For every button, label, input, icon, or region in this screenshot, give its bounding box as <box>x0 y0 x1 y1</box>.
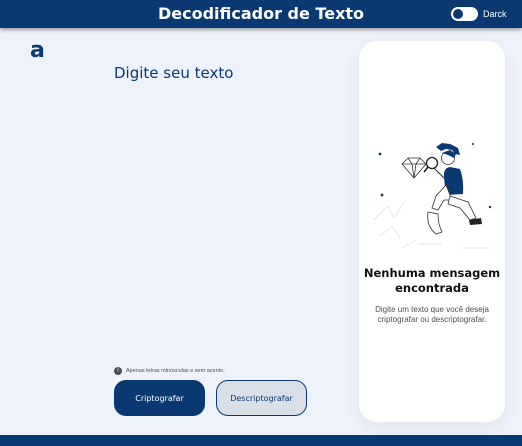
hint-text: Apenas letras minúsculas e sem acento. <box>126 368 225 374</box>
logo: a <box>30 38 45 63</box>
text-input[interactable] <box>114 64 334 354</box>
theme-toggle[interactable] <box>451 7 478 21</box>
footer-bar <box>0 435 522 446</box>
sparkle-dot <box>378 152 382 156</box>
decrypt-button[interactable]: Descriptografar <box>216 380 307 416</box>
theme-toggle-label: Darck <box>483 9 507 19</box>
toggle-knob <box>453 9 463 19</box>
diamond-icon <box>401 157 427 179</box>
info-icon: ! <box>114 367 122 375</box>
encrypt-button[interactable]: Criptografar <box>114 380 205 416</box>
app-title: Decodificador de Texto <box>157 4 365 23</box>
sparkle-dot <box>380 193 384 197</box>
sparkle-dot <box>472 143 474 145</box>
hint: ! Apenas letras minúsculas e sem acento. <box>114 367 225 375</box>
empty-state-text: Digite um texto que você deseja criptogr… <box>375 305 489 324</box>
person-figure <box>427 143 482 235</box>
empty-state-illustration <box>373 143 492 249</box>
empty-state-title: Nenhuma mensagem encontrada <box>363 266 501 295</box>
header-bar: Decodificador de Texto Darck <box>0 0 522 28</box>
sparkle-dot <box>488 205 492 209</box>
